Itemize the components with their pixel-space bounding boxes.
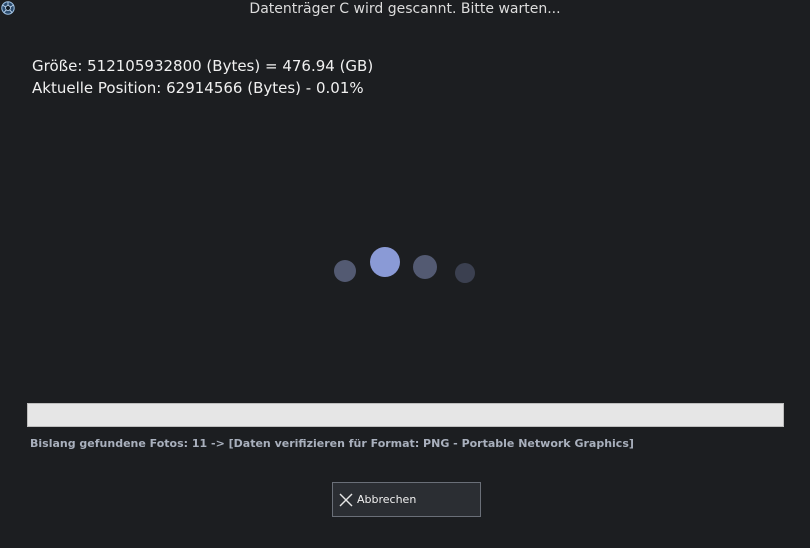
spinner-dot-active: [370, 247, 400, 277]
spinner-dot: [455, 263, 475, 283]
spinner-dot: [334, 260, 356, 282]
spinner-dot: [413, 255, 437, 279]
scan-progress-bar: [27, 403, 784, 427]
window-title: Datenträger C wird gescannt. Bitte warte…: [249, 1, 561, 17]
loading-spinner: [320, 235, 490, 295]
title-bar: Datenträger C wird gescannt. Bitte warte…: [0, 0, 810, 20]
disk-size-text: Größe: 512105932800 (Bytes) = 476.94 (GB…: [32, 57, 374, 75]
current-position-text: Aktuelle Position: 62914566 (Bytes) - 0.…: [32, 79, 364, 97]
status-text: Bislang gefundene Fotos: 11 -> [Daten ve…: [30, 437, 634, 450]
cancel-button[interactable]: Abbrechen: [332, 482, 481, 517]
cancel-button-label: Abbrechen: [357, 493, 417, 506]
scan-dialog: Datenträger C wird gescannt. Bitte warte…: [0, 0, 810, 548]
close-icon: [339, 493, 353, 507]
scan-info: Größe: 512105932800 (Bytes) = 476.94 (GB…: [32, 55, 373, 99]
